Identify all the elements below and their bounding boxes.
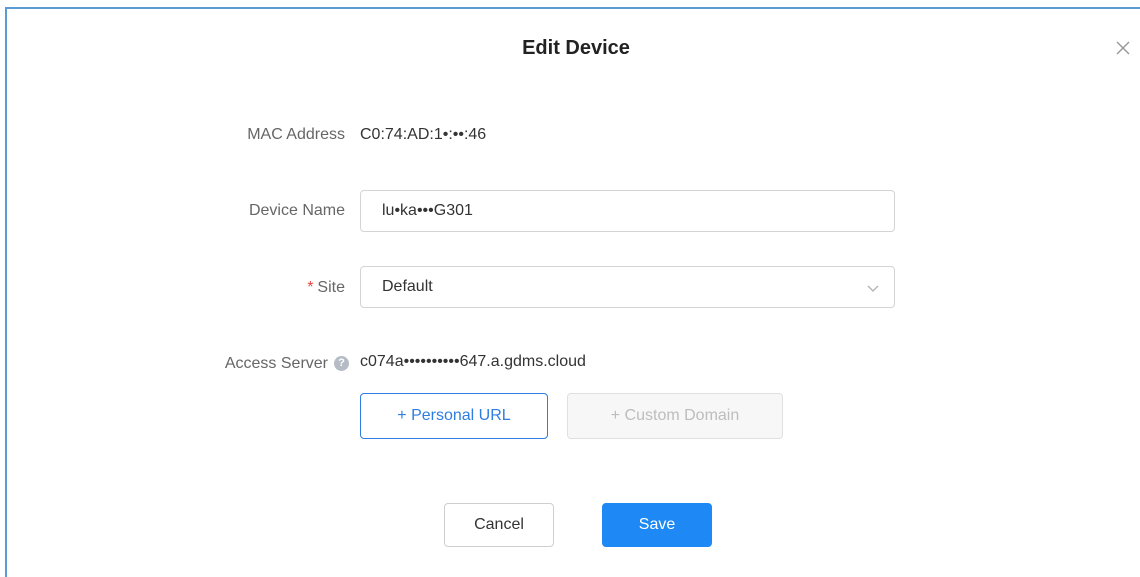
required-mark: * bbox=[307, 279, 314, 296]
close-icon[interactable] bbox=[1112, 37, 1134, 59]
site-label: * Site bbox=[145, 279, 345, 297]
dialog-title: Edit Device bbox=[522, 37, 630, 59]
save-button[interactable]: Save bbox=[602, 503, 712, 547]
personal-url-button[interactable]: + Personal URL bbox=[360, 393, 548, 439]
device-name-input[interactable] bbox=[382, 202, 862, 220]
access-server-value: c074a••••••••••647.a.gdms.cloud bbox=[360, 353, 586, 370]
chevron-down-icon bbox=[866, 281, 880, 300]
edit-device-dialog: Edit Device MAC Address C0:74:AD:1•:••:4… bbox=[5, 7, 1140, 577]
device-name-field[interactable] bbox=[360, 190, 895, 232]
mac-address-label: MAC Address bbox=[247, 126, 345, 143]
device-name-label: Device Name bbox=[248, 202, 345, 219]
custom-domain-button[interactable]: + Custom Domain bbox=[567, 393, 783, 439]
site-label-text: Site bbox=[317, 279, 345, 296]
site-select[interactable]: Default bbox=[360, 266, 895, 308]
cancel-button[interactable]: Cancel bbox=[444, 503, 554, 547]
access-server-label-text: Access Server bbox=[224, 355, 328, 372]
access-server-label: Access Server? bbox=[145, 355, 349, 373]
site-select-value: Default bbox=[382, 278, 433, 295]
mac-address-value: C0:74:AD:1•:••:46 bbox=[360, 126, 487, 143]
question-circle-icon[interactable]: ? bbox=[334, 356, 349, 372]
